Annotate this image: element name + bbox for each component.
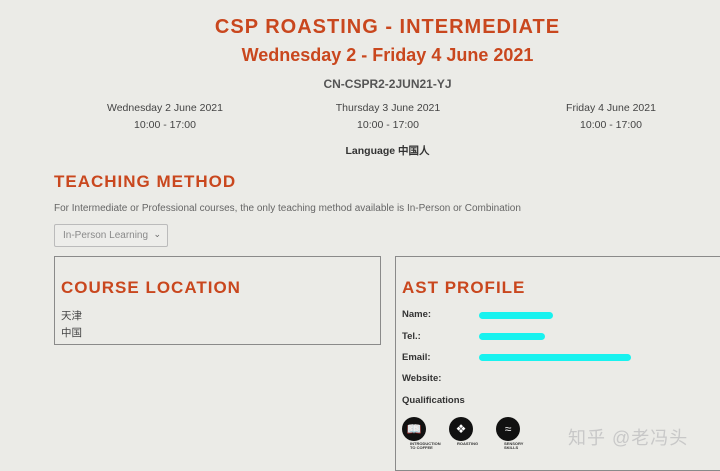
aroma-icon: ≈: [496, 417, 520, 441]
ast-qualifications-label: Qualifications: [402, 395, 465, 406]
ast-email-redacted: [479, 354, 631, 361]
day-1-date: Wednesday 2 June 2021: [107, 102, 223, 114]
teaching-method-note: For Intermediate or Professional courses…: [54, 203, 521, 214]
qualification-badge-introduction: 📖 INTRODUCTION TO COFFEE: [402, 417, 446, 453]
location-country: 中国: [61, 327, 82, 339]
badge-2-caption-line1: ROASTING: [457, 441, 479, 446]
qualification-badge-sensory: ≈ SENSORY SKILLS: [496, 417, 540, 453]
day-2: Thursday 3 June 2021 10:00 - 17:00: [298, 100, 478, 134]
ast-name-redacted: [479, 312, 553, 319]
page-title: CSP ROASTING - INTERMEDIATE: [214, 16, 561, 38]
course-dates: Wednesday 2 - Friday 4 June 2021: [241, 45, 534, 65]
language: Language 中国人: [345, 145, 430, 157]
course-location-heading: COURSE LOCATION: [61, 278, 241, 297]
location-city: 天津: [61, 310, 82, 322]
teaching-method-value: In-Person Learning: [63, 230, 149, 241]
ast-tel-label: Tel.:: [402, 331, 421, 342]
day-2-date: Thursday 3 June 2021: [335, 102, 441, 114]
ast-profile-heading: AST PROFILE: [402, 278, 526, 297]
badge-3-caption-line2: SKILLS: [504, 445, 519, 450]
book-icon: 📖: [402, 417, 426, 441]
day-3-time: 10:00 - 17:00: [580, 119, 642, 131]
ast-email-label: Email:: [402, 352, 431, 363]
teaching-method-select[interactable]: In-Person Learning ⌄: [54, 224, 168, 247]
ast-website-label: Website:: [402, 373, 442, 384]
course-code: CN-CSPR2-2JUN21-YJ: [323, 77, 452, 91]
day-3: Friday 4 June 2021 10:00 - 17:00: [521, 100, 701, 134]
ast-name-label: Name:: [402, 309, 432, 320]
badge-1-caption-line2: TO COFFEE: [410, 445, 433, 450]
ast-tel-redacted: [479, 333, 545, 340]
qualification-badge-roasting: ❖ ROASTING: [449, 417, 493, 453]
flame-icon: ❖: [449, 417, 473, 441]
day-2-time: 10:00 - 17:00: [357, 119, 419, 131]
day-1: Wednesday 2 June 2021 10:00 - 17:00: [75, 100, 255, 134]
watermark: 知乎 @老冯头: [568, 428, 689, 448]
day-3-date: Friday 4 June 2021: [566, 102, 656, 114]
teaching-method-heading: TEACHING METHOD: [54, 172, 237, 191]
day-1-time: 10:00 - 17:00: [134, 119, 196, 131]
chevron-down-icon: ⌄: [153, 229, 161, 239]
course-location-box: COURSE LOCATION 天津 中国: [54, 256, 381, 345]
